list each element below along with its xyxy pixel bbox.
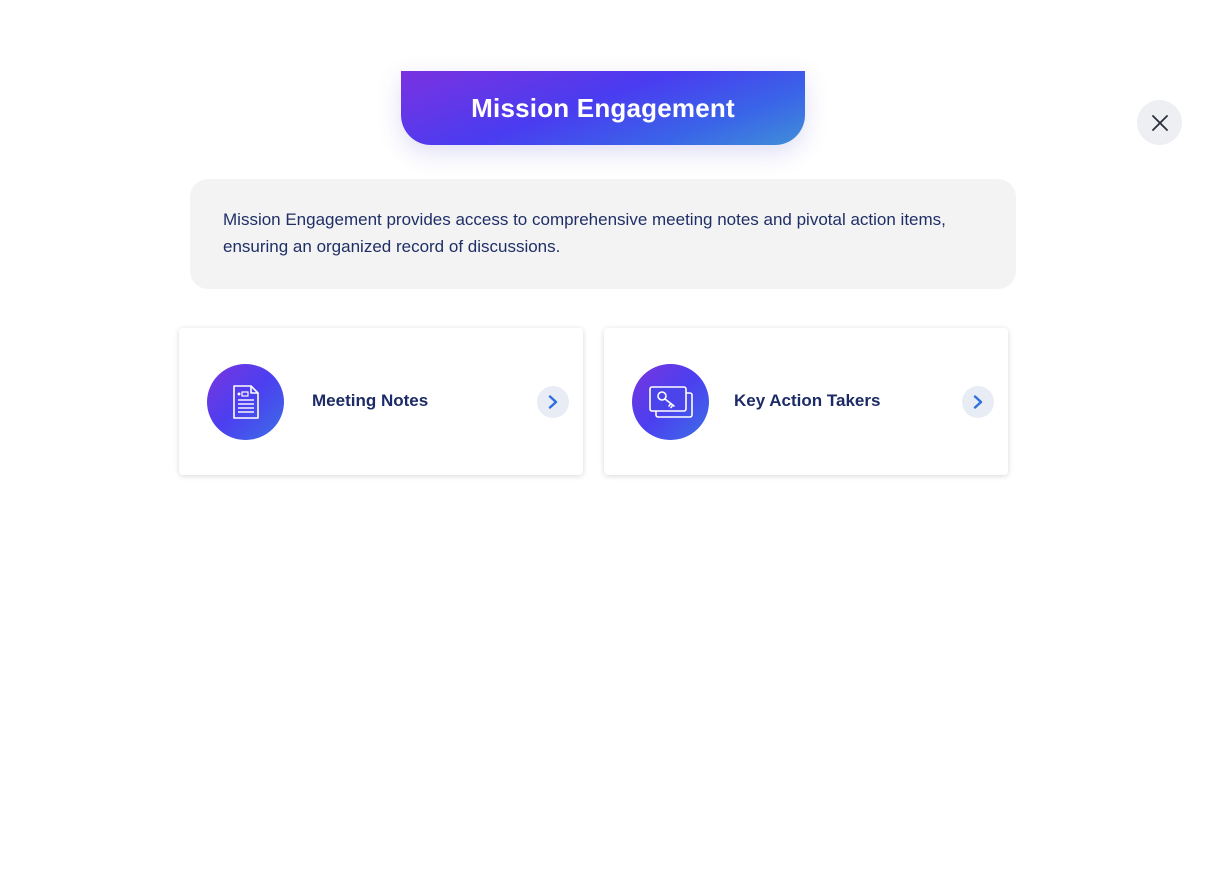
mission-engagement-page: Mission Engagement Mission Engagement pr… [0, 0, 1206, 889]
close-icon [1151, 114, 1168, 131]
description-panel: Mission Engagement provides access to co… [190, 179, 1016, 289]
page-title: Mission Engagement [471, 92, 735, 123]
page-title-banner: Mission Engagement [401, 71, 805, 145]
card-label-key-action-takers: Key Action Takers [734, 391, 881, 410]
close-button[interactable] [1137, 100, 1182, 145]
card-label-meeting-notes: Meeting Notes [312, 391, 429, 410]
key-cards-icon [632, 364, 709, 440]
document-icon [207, 364, 284, 440]
card-key-action-takers[interactable]: Key Action Takers [604, 328, 1008, 475]
card-meeting-notes[interactable]: Meeting Notes [179, 328, 583, 475]
chevron-right-icon [548, 395, 558, 409]
chevron-button-meeting-notes[interactable] [537, 386, 569, 418]
description-text: Mission Engagement provides access to co… [223, 210, 946, 256]
chevron-button-key-action-takers[interactable] [962, 386, 994, 418]
chevron-right-icon [973, 395, 983, 409]
